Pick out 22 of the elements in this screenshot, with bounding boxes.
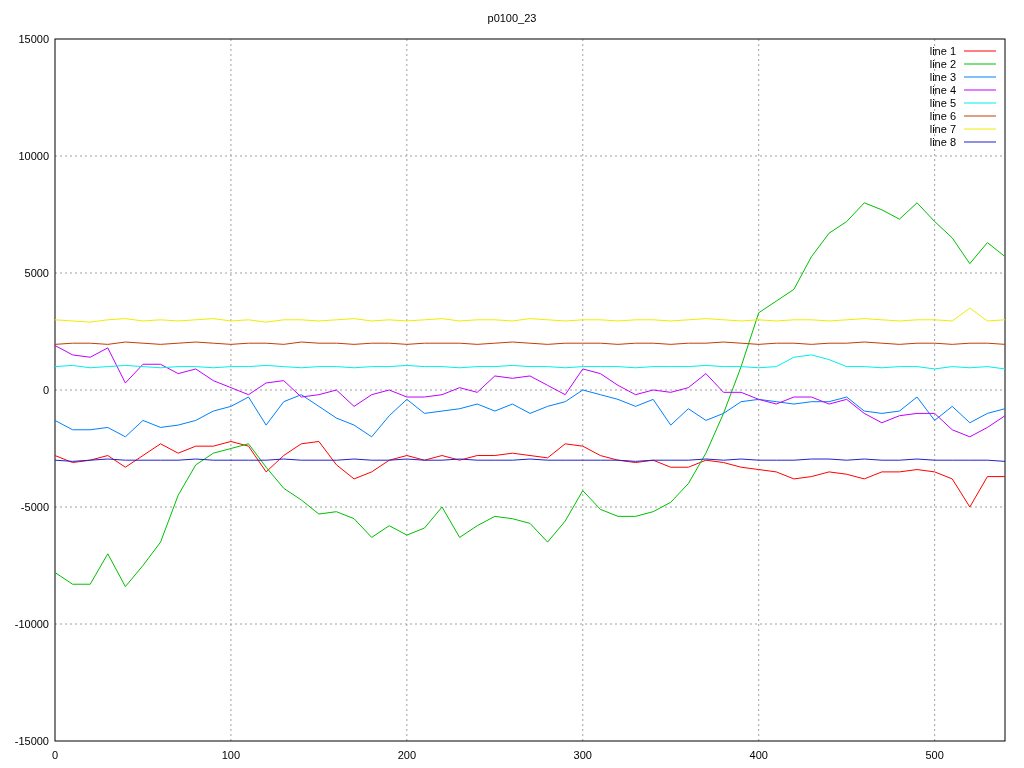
x-tick-label: 200	[397, 749, 417, 761]
x-tick-label: 100	[221, 749, 241, 761]
legend-label: line 4	[929, 84, 956, 96]
legend-label: line 7	[929, 123, 956, 135]
y-tick-label: 5000	[24, 267, 49, 279]
y-tick-label: -15000	[14, 735, 49, 747]
y-tick-label: 15000	[18, 33, 49, 45]
y-tick-label: 0	[42, 384, 49, 396]
legend-label: line 8	[929, 136, 956, 148]
x-tick-label: 0	[51, 749, 59, 761]
legend-label: line 1	[929, 45, 956, 57]
x-tick-label: 400	[749, 749, 768, 761]
chart-title: p0100_23	[487, 12, 537, 24]
legend-label: line 6	[929, 110, 956, 122]
y-tick-label: -10000	[14, 618, 49, 630]
y-tick-label: 10000	[18, 150, 49, 162]
legend-label: line 3	[929, 71, 956, 83]
legend-label: line 2	[929, 58, 956, 70]
x-tick-label: 500	[925, 749, 944, 761]
x-tick-label: 300	[573, 749, 592, 761]
legend-label: line 5	[929, 97, 956, 109]
y-tick-label: -5000	[20, 501, 49, 513]
